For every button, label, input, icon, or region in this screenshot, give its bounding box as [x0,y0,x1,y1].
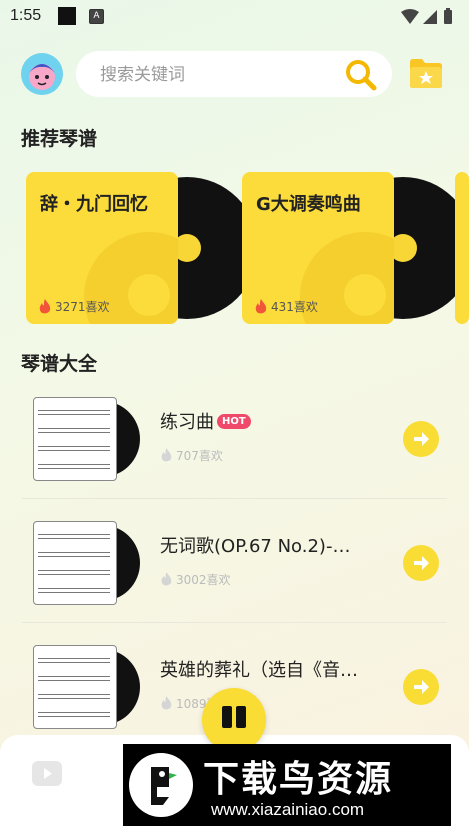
list-item[interactable]: 练习曲 HOT 707喜欢 [22,397,447,517]
flame-icon [39,298,51,313]
likes-count: 3271喜欢 [55,300,110,314]
flame-icon [161,696,172,710]
song-title: 无词歌(OP.67 No.2)-… [160,532,350,558]
divider [22,622,447,623]
card-title: 辞・九门回忆 [40,194,148,215]
likes-count: 707喜欢 [176,449,223,463]
song-likes: 707喜欢 [160,447,223,464]
play-arrow-button[interactable] [403,421,439,457]
piano-tab-button[interactable] [202,688,266,752]
card-likes: 431喜欢 [254,298,318,315]
section-title-recommend: 推荐琴谱 [21,128,98,150]
play-arrow-button[interactable] [403,669,439,705]
wifi-icon [401,9,419,24]
song-likes: 3002喜欢 [160,571,231,588]
sheet-music-thumbnail [33,645,117,729]
flame-icon [161,572,172,586]
search-icon[interactable] [344,58,378,92]
search-bar[interactable] [76,51,392,97]
battery-icon [444,8,452,24]
watermark-url: www.xiazainiao.com [211,800,365,819]
card-cover [455,172,469,324]
user-avatar[interactable] [21,53,63,95]
video-tab-icon[interactable] [31,758,63,788]
status-right-icons [401,8,459,30]
notification-icon [58,7,76,25]
arrow-right-icon [414,680,429,694]
likes-count: 3002喜欢 [176,573,231,587]
play-arrow-button[interactable] [403,545,439,581]
list-item[interactable]: 无词歌(OP.67 No.2)-… 3002喜欢 [22,521,447,641]
status-time: 1:55 [10,7,42,24]
search-input[interactable] [98,62,332,88]
card-cover: G大调奏鸣曲 431喜欢 [242,172,394,324]
status-bar: 1:55 A [0,0,469,34]
section-title-all: 琴谱大全 [21,353,98,375]
song-title-text: 英雄的葬礼（选自《音… [160,660,358,681]
notification-a-icon: A [89,9,104,24]
piano-key-icon [236,706,246,728]
card-likes: 3271喜欢 [38,298,110,315]
watermark-banner: 下载鸟资源 www.xiazainiao.com [123,744,451,826]
song-title: 英雄的葬礼（选自《音… [160,656,358,682]
card-title: G大调奏鸣曲 [256,194,361,215]
bird-logo-icon [129,753,193,817]
divider [22,498,447,499]
sheet-music-thumbnail [33,521,117,605]
song-title: 练习曲 HOT [160,408,251,434]
signal-icon [423,10,437,24]
arrow-right-icon [414,556,429,570]
song-title-text: 练习曲 [160,412,214,433]
likes-count: 431喜欢 [271,300,318,314]
piano-key-icon [222,706,232,728]
favorites-folder-icon[interactable] [408,56,444,90]
flame-icon [255,298,267,313]
card-cover: 辞・九门回忆 3271喜欢 [26,172,178,324]
flame-icon [161,448,172,462]
sheet-music-thumbnail [33,397,117,481]
song-title-text: 无词歌(OP.67 No.2)-… [160,536,351,557]
watermark-title: 下载鸟资源 [203,759,394,800]
hot-badge: HOT [217,413,251,429]
arrow-right-icon [414,432,429,446]
